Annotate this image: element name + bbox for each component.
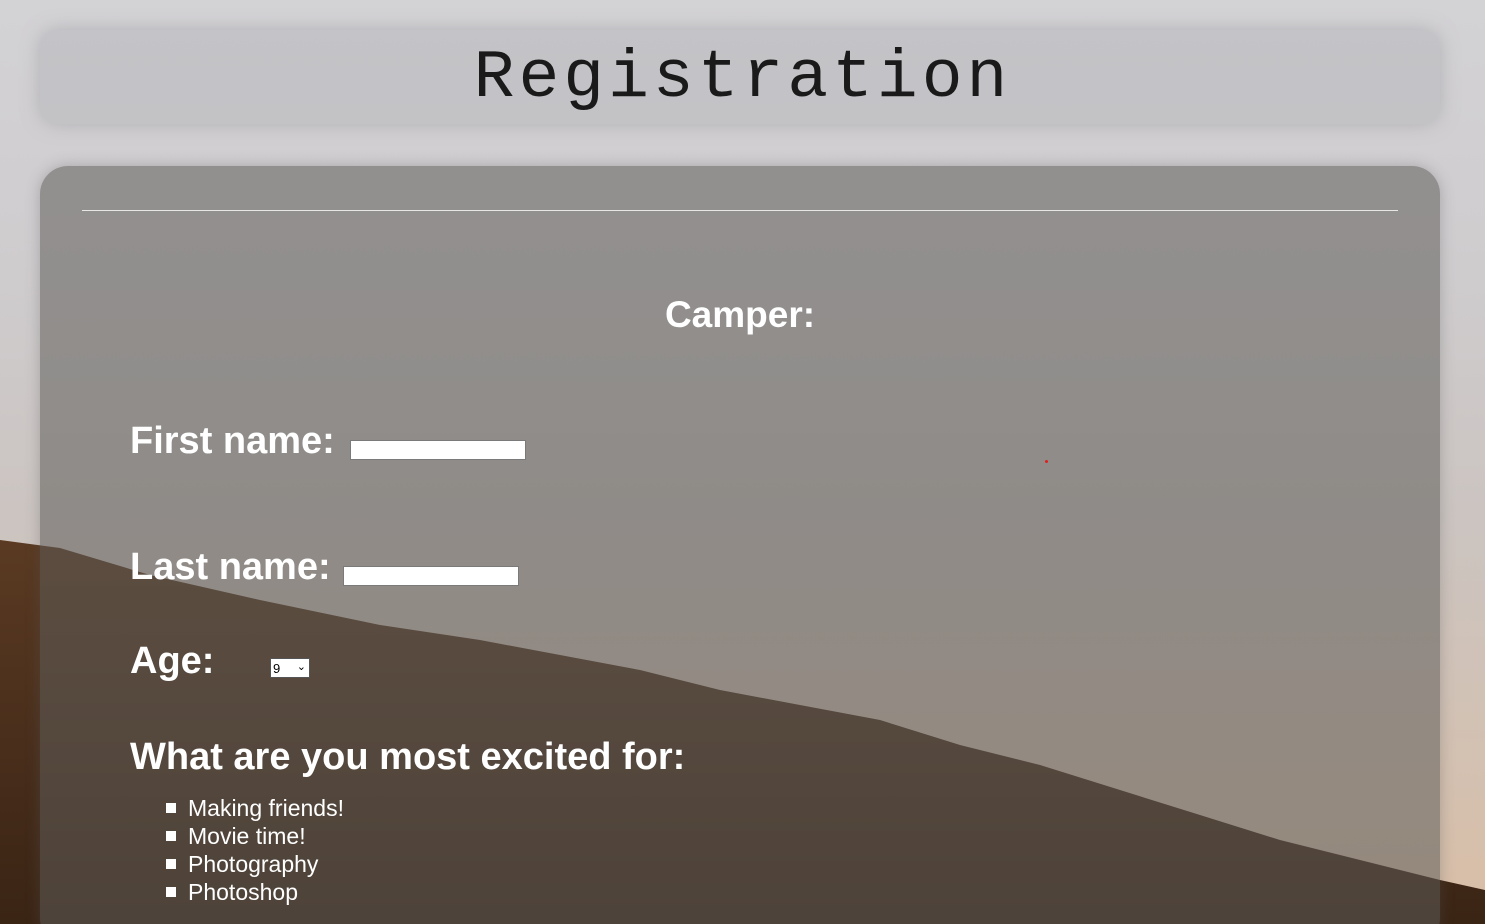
list-item: Making friends! — [166, 794, 344, 822]
excited-question-label: What are you most excited for: — [130, 736, 686, 778]
interest-option-label: Movie time! — [188, 823, 306, 849]
square-bullet-icon — [166, 887, 176, 897]
page-title: Registration — [473, 40, 1012, 117]
interest-list: Making friends! Movie time! Photography … — [166, 794, 344, 906]
red-dot-marker — [1045, 460, 1048, 463]
age-selected-value: 9 — [273, 660, 281, 676]
list-item: Photography — [166, 850, 344, 878]
interest-option-label: Making friends! — [188, 795, 344, 821]
interest-option-label: Photography — [188, 851, 319, 877]
list-item: Movie time! — [166, 822, 344, 850]
list-item: Photoshop — [166, 878, 344, 906]
age-select[interactable]: 9 ⌄ — [270, 658, 310, 678]
first-name-label: First name: — [130, 420, 335, 462]
square-bullet-icon — [166, 831, 176, 841]
divider — [82, 210, 1398, 211]
last-name-input[interactable] — [343, 566, 519, 586]
chevron-down-icon: ⌄ — [296, 661, 306, 673]
interest-option-label: Photoshop — [188, 879, 298, 905]
section-title-camper: Camper: — [664, 294, 816, 335]
square-bullet-icon — [166, 803, 176, 813]
first-name-input[interactable] — [350, 440, 526, 460]
registration-form-panel: Camper: First name: Last name: Age: 9 ⌄ … — [40, 166, 1440, 924]
last-name-label: Last name: — [130, 546, 331, 588]
age-label: Age: — [130, 640, 215, 682]
square-bullet-icon — [166, 859, 176, 869]
